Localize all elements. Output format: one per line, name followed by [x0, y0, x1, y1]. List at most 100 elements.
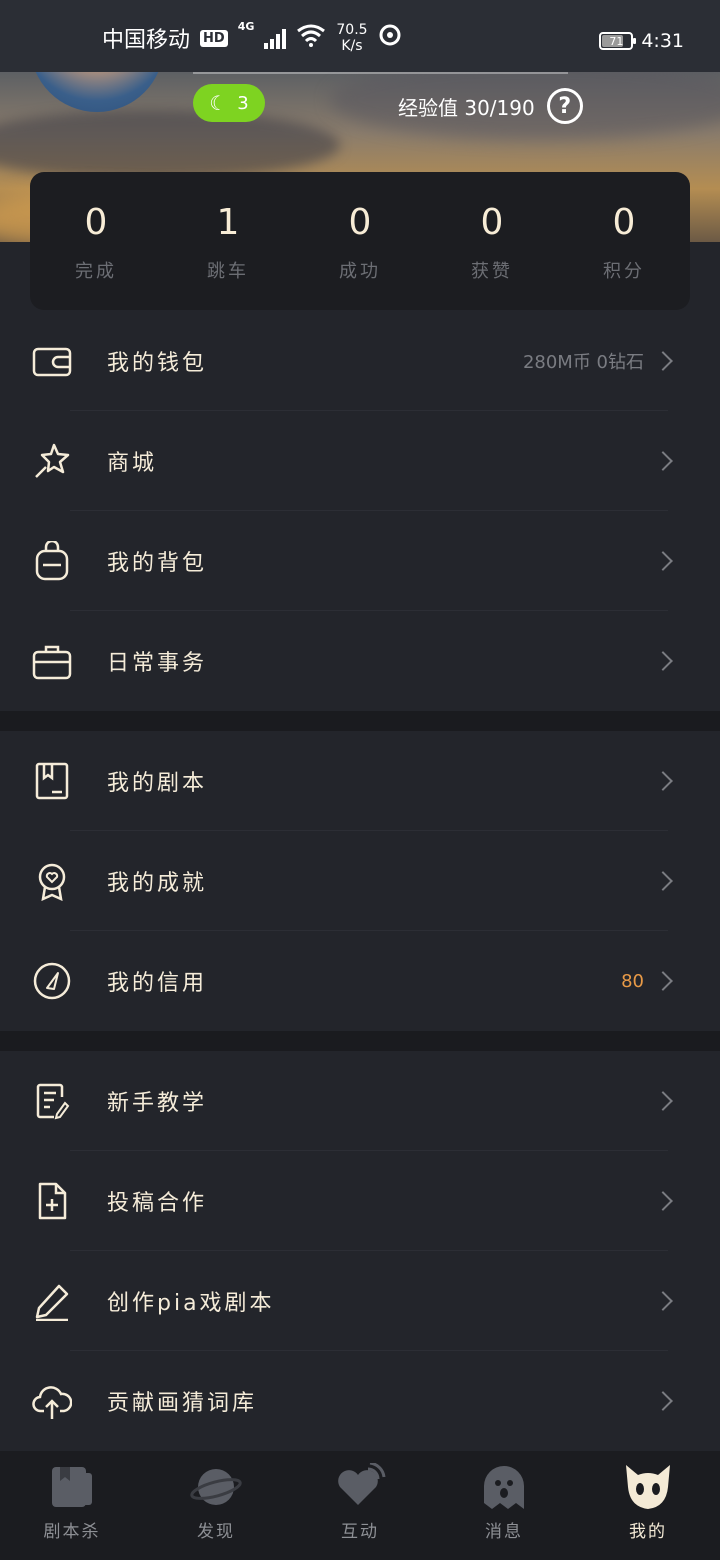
stat-label: 积分 — [603, 261, 645, 282]
stat-value: 0 — [84, 202, 108, 243]
chevron-right-icon — [653, 351, 673, 371]
chevron-right-icon — [653, 1391, 673, 1411]
menu-item-label: 我的成就 — [107, 871, 208, 896]
stat-label: 获赞 — [471, 261, 513, 282]
ghost-chat-icon — [478, 1463, 530, 1511]
status-bar: 中国移动 HD 4G 70.5 K/s 71 4:31 — [0, 0, 720, 72]
network-speed: 70.5 K/s — [336, 22, 367, 54]
stat-label: 跳车 — [207, 261, 249, 282]
menu-item-label: 我的背包 — [107, 551, 208, 576]
level-value: 3 — [237, 92, 249, 114]
hd-icon: HD — [200, 29, 228, 47]
menu-item-label: 新手教学 — [107, 1091, 208, 1116]
chevron-right-icon — [653, 1091, 673, 1111]
chevron-right-icon — [653, 971, 673, 991]
stat-label: 成功 — [339, 261, 381, 282]
menu-item-backpack[interactable]: 我的背包 — [0, 511, 720, 611]
stat-points[interactable]: 0 积分 — [558, 172, 690, 310]
stats-card: 0 完成 1 跳车 0 成功 0 获赞 0 积分 — [30, 172, 690, 310]
experience-label: 经验值 30/190 — [398, 95, 535, 120]
chevron-right-icon — [653, 551, 673, 571]
menu-item-daily-tasks[interactable]: 日常事务 — [0, 611, 720, 711]
stat-completed[interactable]: 0 完成 — [30, 172, 162, 310]
wifi-icon — [296, 23, 326, 53]
username-underline — [193, 72, 568, 74]
menu-item-shop[interactable]: 商城 — [0, 411, 720, 511]
section-separator — [0, 1031, 720, 1051]
bottom-tab-bar: 剧本杀 发现 互动 消息 我的 — [0, 1451, 720, 1560]
star-wand-icon — [32, 441, 72, 481]
tab-discover[interactable]: 发现 — [144, 1451, 288, 1560]
stat-quit[interactable]: 1 跳车 — [162, 172, 294, 310]
tab-script-murder[interactable]: 剧本杀 — [0, 1451, 144, 1560]
menu-item-submission[interactable]: 投稿合作 — [0, 1151, 720, 1251]
speed-value: 70.5 — [336, 22, 368, 38]
script-book-tab-icon — [46, 1463, 98, 1511]
menu-item-my-scripts[interactable]: 我的剧本 — [0, 731, 720, 831]
menu-item-wallet[interactable]: 我的钱包 280M币 0钻石 — [0, 311, 720, 411]
tab-label: 剧本杀 — [43, 1522, 101, 1542]
wallet-balance: 280M币 0钻石 — [522, 352, 644, 373]
menu-item-tutorial[interactable]: 新手教学 — [0, 1051, 720, 1151]
network-type: 4G — [237, 20, 255, 33]
menu-group-assets: 我的钱包 280M币 0钻石 商城 我的背包 日常事务 — [0, 311, 720, 711]
planet-icon — [190, 1463, 242, 1511]
music-app-icon — [378, 23, 402, 53]
menu-item-label: 贡献画猜词库 — [107, 1391, 258, 1416]
help-icon[interactable]: ? — [546, 88, 583, 124]
signal-icon — [264, 27, 287, 49]
chevron-right-icon — [653, 451, 673, 471]
menu-item-label: 我的剧本 — [107, 771, 208, 796]
experience-info: 经验值 30/190 ? — [398, 88, 583, 124]
battery-level: 71 — [609, 34, 624, 48]
tab-interact[interactable]: 互动 — [288, 1451, 432, 1560]
backpack-icon — [32, 539, 72, 581]
menu-item-label: 商城 — [107, 451, 158, 476]
chevron-right-icon — [653, 1291, 673, 1311]
heart-signal-icon — [334, 1461, 386, 1511]
stat-likes[interactable]: 0 获赞 — [426, 172, 558, 310]
speed-unit: K/s — [341, 38, 363, 54]
chevron-right-icon — [653, 651, 673, 671]
menu-item-contribute-words[interactable]: 贡献画猜词库 — [0, 1351, 720, 1451]
script-book-icon — [32, 761, 72, 801]
stat-value: 0 — [348, 202, 372, 243]
level-badge[interactable]: ☾ 3 — [193, 84, 265, 122]
gauge-icon — [32, 961, 72, 1001]
document-edit-icon — [32, 1081, 72, 1121]
menu-item-label: 我的钱包 — [107, 351, 208, 376]
menu-item-credit[interactable]: 我的信用 80 — [0, 931, 720, 1031]
cloud-upload-icon — [32, 1381, 73, 1421]
tab-label: 消息 — [485, 1522, 523, 1542]
pencil-icon — [32, 1281, 72, 1322]
chevron-right-icon — [653, 771, 673, 791]
chevron-right-icon — [653, 871, 673, 891]
stat-value: 0 — [612, 202, 636, 243]
menu-item-label: 我的信用 — [107, 971, 208, 996]
credit-score: 80 — [621, 970, 644, 992]
menu-group-create: 新手教学 投稿合作 创作pia戏剧本 贡献画猜词库 — [0, 1051, 720, 1451]
menu-item-create-pia-script[interactable]: 创作pia戏剧本 — [0, 1251, 720, 1351]
stat-value: 0 — [480, 202, 504, 243]
stat-label: 完成 — [75, 261, 117, 282]
menu-item-label: 投稿合作 — [107, 1191, 208, 1216]
cat-face-icon — [622, 1463, 674, 1511]
chevron-right-icon — [653, 1191, 673, 1211]
wallet-icon — [32, 341, 72, 381]
menu-item-label: 创作pia戏剧本 — [107, 1291, 275, 1316]
tab-label: 互动 — [341, 1522, 379, 1542]
menu-item-achievements[interactable]: 我的成就 — [0, 831, 720, 931]
battery-icon: 71 — [599, 32, 637, 50]
tab-me[interactable]: 我的 — [576, 1451, 720, 1560]
section-separator — [0, 711, 720, 731]
cloud-decoration — [0, 110, 340, 180]
medal-icon — [32, 861, 72, 902]
clock: 4:31 — [641, 30, 684, 52]
tab-messages[interactable]: 消息 — [432, 1451, 576, 1560]
tab-label: 我的 — [629, 1522, 667, 1542]
carrier-name: 中国移动 — [102, 28, 191, 53]
stat-success[interactable]: 0 成功 — [294, 172, 426, 310]
stat-value: 1 — [216, 202, 240, 243]
menu-group-personal: 我的剧本 我的成就 我的信用 80 — [0, 731, 720, 1031]
file-plus-icon — [32, 1181, 72, 1221]
